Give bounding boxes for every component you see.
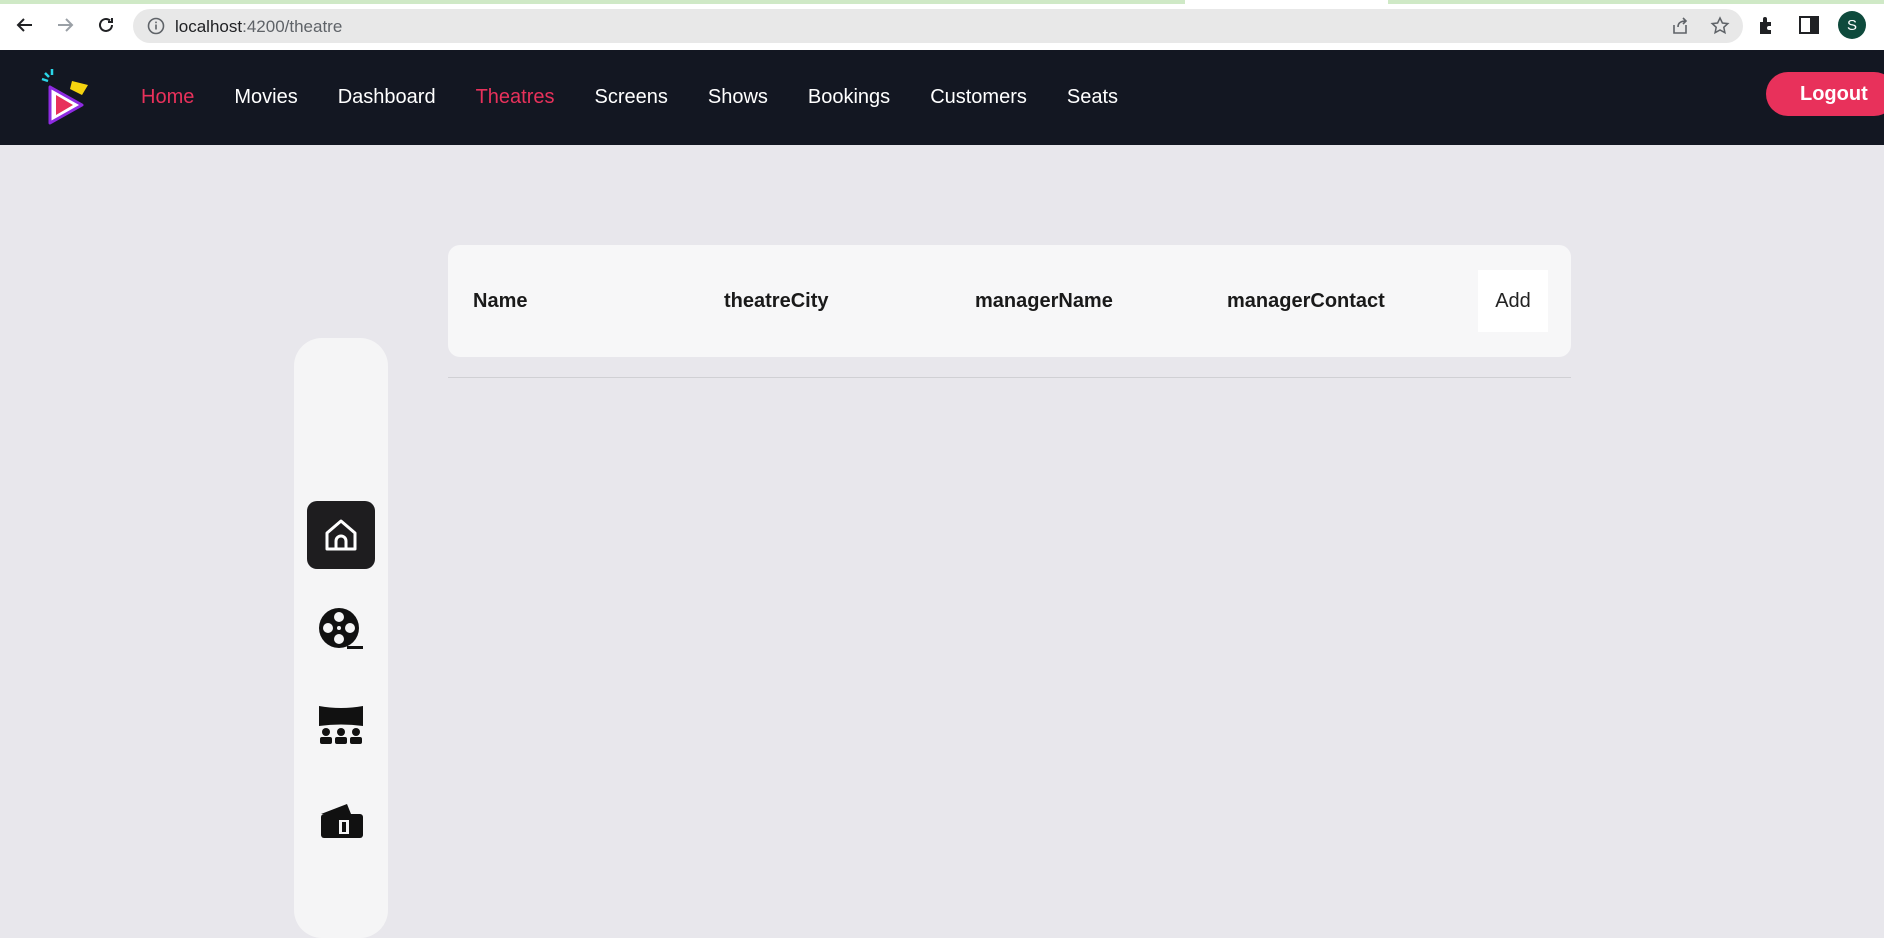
column-header-theatre-city: theatreCity: [724, 289, 829, 312]
nav-shows[interactable]: Shows: [708, 86, 768, 109]
column-header-manager-name: managerName: [975, 289, 1113, 312]
side-panel-icon[interactable]: [1797, 13, 1821, 37]
share-icon[interactable]: [1670, 16, 1690, 36]
back-arrow-icon: [16, 18, 32, 32]
forward-button[interactable]: [50, 10, 80, 40]
nav-dashboard[interactable]: Dashboard: [338, 86, 436, 109]
profile-initial: S: [1846, 16, 1857, 34]
nav-screens[interactable]: Screens: [595, 86, 668, 109]
address-bar[interactable]: localhost:4200/theatre: [133, 9, 1743, 43]
reload-button[interactable]: [91, 10, 121, 40]
home-icon: [325, 519, 357, 551]
add-theatre-button[interactable]: Add: [1478, 270, 1548, 332]
column-header-name: Name: [473, 289, 528, 312]
sidebar-item-theatres[interactable]: [307, 692, 375, 760]
film-reel-icon: [319, 608, 363, 649]
back-button[interactable]: [10, 10, 40, 40]
url-host: localhost: [175, 17, 243, 36]
nav-theatres[interactable]: Theatres: [476, 86, 555, 109]
url-text[interactable]: localhost:4200/theatre: [175, 17, 342, 37]
nav-home[interactable]: Home: [141, 86, 194, 109]
sidebar-item-bookings[interactable]: [307, 788, 375, 856]
nav-bookings[interactable]: Bookings: [808, 86, 890, 109]
theatre-screen-icon: [319, 706, 363, 744]
sidebar-item-movies[interactable]: [307, 596, 375, 664]
bookmark-star-icon[interactable]: [1710, 16, 1730, 36]
site-info-icon[interactable]: [147, 17, 165, 35]
sidebar: [294, 338, 388, 938]
nav-movies[interactable]: Movies: [234, 86, 297, 109]
app-header: Home Movies Dashboard Theatres Screens S…: [0, 50, 1884, 145]
sidebar-item-home[interactable]: [307, 501, 375, 569]
tickets-icon: [321, 804, 363, 838]
nav-customers[interactable]: Customers: [930, 86, 1027, 109]
url-path: :4200/theatre: [242, 17, 343, 36]
main-nav: Home Movies Dashboard Theatres Screens S…: [141, 50, 1118, 145]
logout-button[interactable]: Logout: [1766, 72, 1884, 116]
forward-arrow-icon: [58, 18, 74, 32]
theatre-table-header: Name theatreCity managerName managerCont…: [448, 245, 1571, 357]
extensions-puzzle-icon[interactable]: [1756, 13, 1780, 37]
loading-bar-segment: [1388, 0, 1884, 4]
browser-chrome: localhost:4200/theatre S: [0, 0, 1884, 50]
profile-avatar[interactable]: S: [1838, 11, 1866, 39]
nav-seats[interactable]: Seats: [1067, 86, 1118, 109]
column-header-manager-contact: managerContact: [1227, 289, 1385, 312]
app-logo[interactable]: [36, 65, 104, 133]
reload-icon: [99, 17, 113, 32]
table-divider: [448, 377, 1571, 378]
loading-bar: [0, 0, 1185, 4]
